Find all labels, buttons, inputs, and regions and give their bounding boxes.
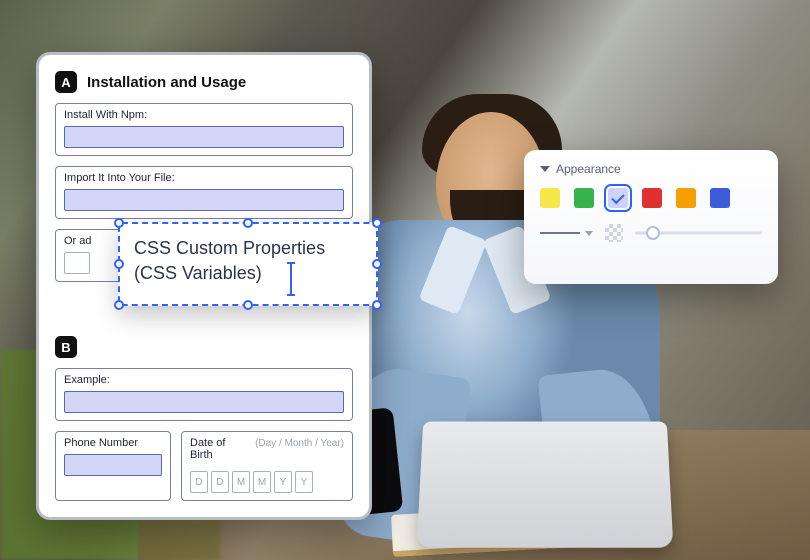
dob-box[interactable]: D xyxy=(190,471,208,493)
section-a-badge: A xyxy=(55,71,77,93)
slider-knob[interactable] xyxy=(646,226,660,240)
text-line-2: (CSS Variables) xyxy=(134,263,262,283)
import-input[interactable] xyxy=(64,189,344,211)
appearance-title: Appearance xyxy=(556,162,621,176)
appearance-panel: Appearance xyxy=(524,150,778,284)
install-field: Install With Npm: xyxy=(55,103,353,156)
or-input[interactable] xyxy=(64,252,90,274)
example-input[interactable] xyxy=(64,391,344,413)
swatch-orange[interactable] xyxy=(676,188,696,208)
resize-handle[interactable] xyxy=(372,218,382,228)
dob-box[interactable]: M xyxy=(232,471,250,493)
text-edit-selection[interactable]: CSS Custom Properties (CSS Variables) xyxy=(118,222,378,306)
line-style-select[interactable] xyxy=(540,231,593,236)
resize-handle[interactable] xyxy=(114,259,124,269)
dob-field: Date of Birth (Day / Month / Year) D D M… xyxy=(181,431,353,501)
resize-handle[interactable] xyxy=(243,300,253,310)
example-field: Example: xyxy=(55,368,353,421)
disclosure-triangle-icon xyxy=(540,166,550,172)
dob-box[interactable]: D xyxy=(211,471,229,493)
import-field: Import It Into Your File: xyxy=(55,166,353,219)
dob-box[interactable]: M xyxy=(253,471,271,493)
dob-hint: (Day / Month / Year) xyxy=(255,438,344,449)
resize-handle[interactable] xyxy=(243,218,253,228)
swatch-lilac[interactable] xyxy=(608,188,628,208)
text-edit-content[interactable]: CSS Custom Properties (CSS Variables) xyxy=(134,236,362,286)
appearance-header[interactable]: Appearance xyxy=(540,162,762,176)
bottom-row: Phone Number Date of Birth (Day / Month … xyxy=(55,431,353,501)
or-label: Or ad xyxy=(64,235,114,247)
phone-field: Phone Number xyxy=(55,431,171,501)
chevron-down-icon xyxy=(585,231,593,236)
phone-label: Phone Number xyxy=(64,437,162,449)
section-b-badge: B xyxy=(55,336,77,358)
resize-handle[interactable] xyxy=(372,259,382,269)
line-sample-icon xyxy=(540,232,580,234)
tool-row xyxy=(540,224,762,242)
import-label: Import It Into Your File: xyxy=(64,172,344,184)
swatch-yellow[interactable] xyxy=(540,188,560,208)
resize-handle[interactable] xyxy=(114,218,124,228)
section-a-title: Installation and Usage xyxy=(87,74,246,91)
pattern-picker-icon[interactable] xyxy=(605,224,623,242)
swatch-green[interactable] xyxy=(574,188,594,208)
example-label: Example: xyxy=(64,374,344,386)
dob-label: Date of Birth xyxy=(190,437,249,461)
install-label: Install With Npm: xyxy=(64,109,344,121)
phone-input[interactable] xyxy=(64,454,162,476)
section-b-header: B xyxy=(55,336,353,358)
install-input[interactable] xyxy=(64,126,344,148)
section-a-header: A Installation and Usage xyxy=(55,71,353,93)
swatch-red[interactable] xyxy=(642,188,662,208)
swatch-blue[interactable] xyxy=(710,188,730,208)
text-caret-icon xyxy=(290,264,292,294)
color-swatches xyxy=(540,188,762,208)
dob-box[interactable]: Y xyxy=(295,471,313,493)
thickness-slider[interactable] xyxy=(635,226,762,240)
dob-inputs: D D M M Y Y xyxy=(190,471,344,493)
dob-box[interactable]: Y xyxy=(274,471,292,493)
text-line-1: CSS Custom Properties xyxy=(134,238,325,258)
or-field: Or ad xyxy=(55,229,123,282)
